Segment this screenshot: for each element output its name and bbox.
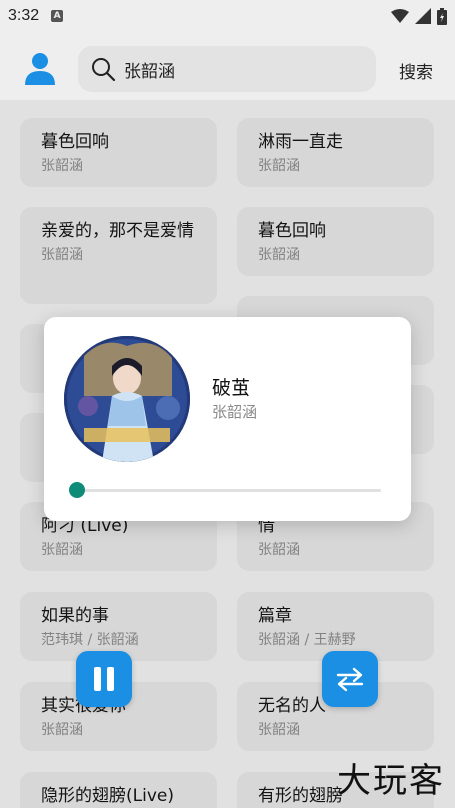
- search-icon: [92, 58, 116, 82]
- now-playing-artist: 张韶涵: [212, 403, 258, 421]
- wifi-icon: [391, 9, 409, 23]
- play-mode-button[interactable]: [322, 651, 378, 707]
- user-avatar-icon[interactable]: [24, 52, 56, 86]
- search-bar[interactable]: 张韶涵: [78, 46, 376, 92]
- watermark-logo: 大玩客: [337, 761, 445, 801]
- status-time: 3:32: [8, 7, 40, 24]
- battery-icon: [437, 7, 447, 25]
- signal-icon: [415, 8, 431, 24]
- status-bar: 3:32 A: [0, 0, 455, 32]
- now-playing-dialog: 破茧 张韶涵: [44, 317, 411, 521]
- search-button[interactable]: 搜索: [399, 58, 433, 83]
- header: 张韶涵 搜索: [0, 40, 455, 100]
- notification-app-icon: A: [51, 10, 64, 22]
- search-input[interactable]: 张韶涵: [124, 57, 175, 82]
- repeat-icon: [336, 667, 364, 692]
- pause-button[interactable]: [76, 651, 132, 707]
- album-cover: [64, 336, 190, 462]
- seek-bar[interactable]: [77, 489, 381, 492]
- seek-thumb[interactable]: [69, 482, 85, 498]
- pause-icon: [94, 667, 114, 691]
- now-playing-title: 破茧: [212, 377, 251, 399]
